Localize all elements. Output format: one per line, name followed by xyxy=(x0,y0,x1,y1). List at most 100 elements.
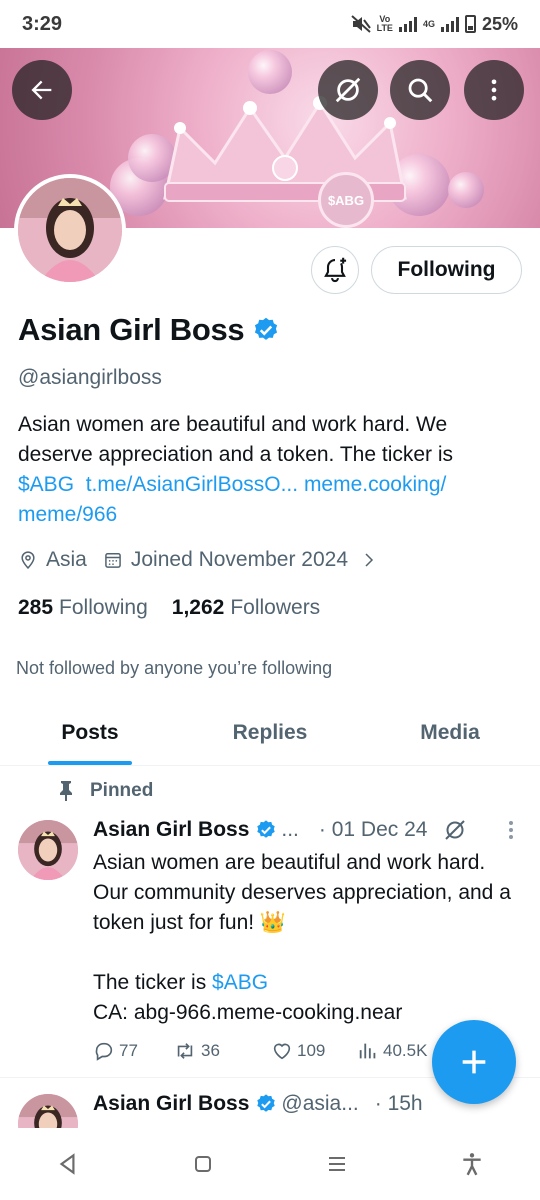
reply-button[interactable]: 77 xyxy=(93,1040,173,1062)
tab-media[interactable]: Media xyxy=(360,700,540,765)
search-icon xyxy=(408,78,433,103)
abg-coin-label: $ABG xyxy=(327,192,365,208)
more-button[interactable] xyxy=(464,60,524,120)
reply-icon xyxy=(95,1042,113,1061)
signal-icon xyxy=(398,16,417,32)
profile-photo xyxy=(18,178,122,282)
not-followed-notice: Not followed by anyone you’re following xyxy=(16,658,333,678)
repost-button[interactable]: 36 xyxy=(173,1040,271,1062)
post-ca-line: CA: abg-966.meme-cooking.near xyxy=(93,1001,403,1024)
following-count-link[interactable]: 285 Following xyxy=(18,596,148,620)
compose-post-button[interactable] xyxy=(432,1020,516,1104)
reply-count: 77 xyxy=(119,1041,138,1060)
location-text: Asia xyxy=(46,548,87,571)
arrow-left-icon xyxy=(31,80,52,100)
post-author-name[interactable]: Asian Girl Boss xyxy=(93,818,249,842)
post-header: Asian Girl Boss ... · 01 Dec 24 xyxy=(93,818,521,842)
profile-handle: @asiangirlboss xyxy=(18,366,162,389)
status-time: 3:29 xyxy=(22,12,63,35)
mute-icon xyxy=(350,15,371,33)
grok-button[interactable] xyxy=(318,60,378,120)
views-button[interactable]: 40.5K xyxy=(357,1040,427,1062)
location-item: Asia xyxy=(18,548,87,572)
signal-icon-2 xyxy=(440,16,459,32)
search-button[interactable] xyxy=(390,60,450,120)
location-pin-icon xyxy=(21,551,35,569)
profile-meta: Asia Joined November 2024 xyxy=(18,548,394,572)
tab-posts[interactable]: Posts xyxy=(0,700,180,765)
network-4g-label: 4G xyxy=(422,18,435,29)
following-button[interactable]: Following xyxy=(371,246,522,294)
battery-percent: 25% xyxy=(481,13,518,34)
grok-icon xyxy=(335,77,361,103)
post-author-handle: ... xyxy=(281,818,299,841)
profile-name: Asian Girl Boss xyxy=(18,312,245,347)
profile-avatar[interactable] xyxy=(14,174,126,286)
followers-count-link[interactable]: 1,262 Followers xyxy=(172,596,320,620)
bio-meme-link-part1: meme.cooking/ xyxy=(303,473,447,496)
views-count: 40.5K xyxy=(383,1041,428,1060)
more-vertical-icon xyxy=(491,79,497,101)
follow-counts: 285 Following 1,262 Followers xyxy=(18,596,344,620)
post-date: · 15h xyxy=(374,1092,423,1115)
notifications-button[interactable] xyxy=(311,246,359,294)
verified-badge-icon[interactable] xyxy=(252,316,280,344)
bell-plus-icon xyxy=(324,257,347,283)
post-header: Asian Girl Boss @asia... · 15h xyxy=(93,1092,423,1116)
post-more-icon[interactable] xyxy=(501,818,521,842)
abg-coin: $ABG xyxy=(318,172,374,228)
bio-telegram-link[interactable]: t.me/AsianGirlBossO... xyxy=(86,473,298,496)
views-chart-icon xyxy=(359,1043,376,1059)
crown-illustration xyxy=(163,96,407,202)
banner-bubble xyxy=(448,172,484,208)
pinned-indicator: Pinned xyxy=(56,780,153,802)
post-author-name[interactable]: Asian Girl Boss xyxy=(93,1092,249,1116)
bio-cashtag-link[interactable]: $ABG xyxy=(18,473,74,496)
chevron-right-icon xyxy=(365,553,374,567)
like-count: 109 xyxy=(297,1041,326,1060)
calendar-icon xyxy=(105,553,121,568)
post-date: · 01 Dec 24 xyxy=(318,818,428,841)
post-body: Asian women are beautiful and work hard.… xyxy=(93,848,513,1028)
bio-text: Asian women are beautiful and work hard.… xyxy=(18,413,454,466)
joined-item[interactable]: Joined November 2024 xyxy=(103,548,378,572)
plus-icon xyxy=(462,1050,486,1074)
followers-count: 1,262 xyxy=(171,596,225,619)
like-button[interactable]: 109 xyxy=(271,1040,357,1062)
bio-meme-link-part2: meme/966 xyxy=(18,503,118,526)
grok-icon[interactable] xyxy=(443,818,467,842)
recents-menu-icon[interactable] xyxy=(325,1152,349,1176)
system-nav-bar xyxy=(0,1128,540,1200)
post-author-handle: @asia... xyxy=(281,1092,359,1115)
post-ticker-prefix: The ticker is xyxy=(93,971,213,994)
profile-tabs: Posts Replies Media xyxy=(0,700,540,766)
following-label: Following xyxy=(59,596,148,619)
tab-replies[interactable]: Replies xyxy=(180,700,360,765)
pin-icon xyxy=(60,781,72,801)
pinned-label: Pinned xyxy=(90,780,154,801)
back-triangle-icon[interactable] xyxy=(55,1151,81,1177)
verified-badge-icon xyxy=(257,820,276,838)
repost-icon xyxy=(177,1043,193,1059)
battery-icon xyxy=(464,15,476,33)
verified-badge-icon xyxy=(257,1094,276,1112)
post-cashtag-link[interactable]: $ABG xyxy=(212,971,268,994)
status-icons: Vo LTE 4G 25% xyxy=(350,13,518,35)
back-button[interactable] xyxy=(12,60,72,120)
joined-text: Joined November 2024 xyxy=(130,548,348,571)
repost-count: 36 xyxy=(201,1041,220,1060)
network-label: Vo LTE xyxy=(376,14,393,33)
profile-bio: Asian women are beautiful and work hard.… xyxy=(18,410,518,530)
heart-icon xyxy=(273,1043,291,1060)
post-actions: 77 36 109 40.5K xyxy=(93,1040,427,1062)
status-bar: 3:29 Vo LTE 4G 25% xyxy=(0,0,540,48)
post-author-avatar[interactable] xyxy=(18,820,78,880)
followers-label: Followers xyxy=(230,596,321,619)
following-count: 285 xyxy=(18,596,54,619)
post-ticker-line: The ticker is $ABG xyxy=(93,968,513,998)
home-square-icon[interactable] xyxy=(191,1152,215,1176)
profile-name-row: Asian Girl Boss xyxy=(18,312,280,348)
post-avatar-photo xyxy=(18,820,78,880)
accessibility-icon[interactable] xyxy=(459,1151,485,1177)
post-text-line1: Asian women are beautiful and work hard.… xyxy=(93,851,511,934)
